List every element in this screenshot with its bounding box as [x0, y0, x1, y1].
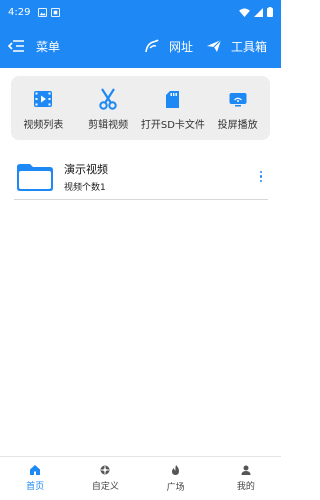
more-vertical-icon [259, 170, 263, 174]
web-label: 网址 [168, 39, 193, 54]
tool-open-sd[interactable]: 打开SD卡文件 [141, 76, 206, 140]
status-bar: 4:29 [0, 0, 281, 24]
cast-icon [229, 93, 247, 107]
folder-icon [17, 163, 53, 191]
home-icon [30, 465, 41, 475]
tools-button[interactable]: 工具箱 [206, 38, 267, 55]
tool-label: 剪辑视频 [88, 120, 129, 131]
paper-plane-icon [206, 40, 221, 52]
square-icon [172, 464, 180, 475]
tool-label: 打开SD卡文件 [140, 120, 205, 131]
folder-item[interactable]: 演示视频 视频个数1 [14, 154, 268, 200]
app-bar: 菜单 网址 工具箱 [0, 24, 281, 68]
tools-card: 视频列表 剪辑视频 打开SD卡文件 投屏播放 [11, 76, 270, 140]
folder-name: 演示视频 [64, 162, 108, 176]
bottom-navigation: 首页 自定义 广场 我的 [0, 456, 281, 500]
web-url-icon [145, 39, 159, 53]
folder-count: 视频个数1 [64, 182, 106, 193]
menu-button[interactable]: 菜单 [8, 38, 60, 55]
tools-label: 工具箱 [230, 39, 267, 54]
battery-icon [267, 7, 273, 17]
tool-label: 投屏播放 [217, 120, 258, 131]
nav-label: 自定义 [91, 482, 119, 492]
tool-clip-video[interactable]: 剪辑视频 [76, 76, 141, 140]
app-notification-icon [51, 7, 61, 17]
tool-cast-play[interactable]: 投屏播放 [205, 76, 270, 140]
custom-icon [100, 465, 110, 475]
nav-home[interactable]: 首页 [0, 457, 70, 500]
sd-card-icon [166, 90, 180, 108]
more-options-button[interactable] [254, 167, 268, 187]
wifi-icon [239, 7, 250, 17]
menu-label: 菜单 [36, 39, 61, 54]
status-time: 4:29 [8, 6, 31, 18]
nav-custom[interactable]: 自定义 [70, 457, 140, 500]
nav-label: 首页 [26, 482, 45, 492]
nav-profile[interactable]: 我的 [211, 457, 281, 500]
gallery-notification-icon [38, 7, 48, 17]
scissors-icon [99, 88, 117, 110]
nav-square[interactable]: 广场 [141, 457, 211, 500]
signal-icon [254, 7, 263, 17]
menu-open-icon [8, 40, 24, 52]
nav-label: 广场 [166, 482, 185, 493]
profile-icon [241, 465, 251, 475]
video-list-icon [34, 91, 53, 107]
tool-label: 视频列表 [23, 120, 64, 131]
nav-label: 我的 [236, 482, 255, 492]
web-button[interactable]: 网址 [145, 38, 193, 55]
tool-video-list[interactable]: 视频列表 [11, 76, 76, 140]
